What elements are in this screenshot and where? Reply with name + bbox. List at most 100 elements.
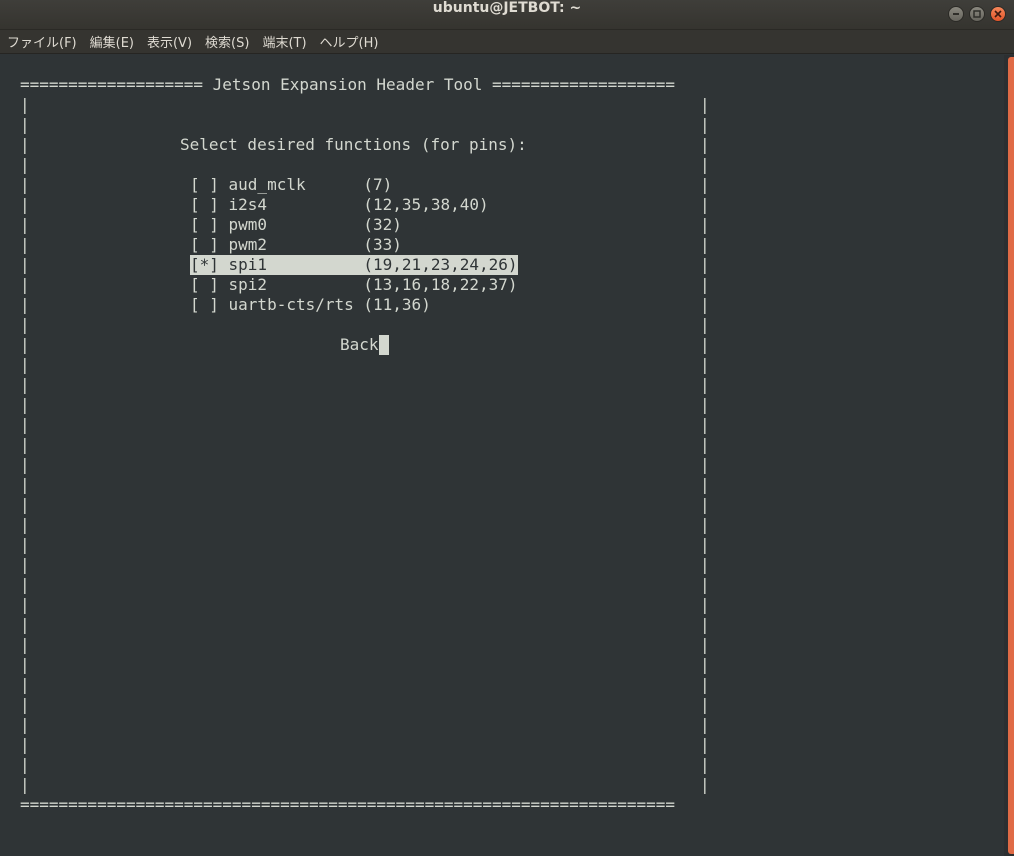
dialog-footer: ========================================… — [20, 795, 676, 814]
border-left: | — [20, 555, 30, 574]
border-left: | — [20, 675, 30, 694]
border-left: | — [20, 135, 30, 154]
back-button[interactable]: Back — [340, 335, 389, 355]
border-right: | — [700, 255, 710, 274]
border-right: | — [700, 575, 710, 594]
menu-search[interactable]: 検索(S) — [198, 32, 255, 51]
minimize-icon — [953, 13, 959, 15]
close-button[interactable] — [990, 6, 1006, 22]
border-left: | — [20, 355, 30, 374]
border-right: | — [700, 615, 710, 634]
prompt-text: Select desired functions (for pins): — [180, 135, 527, 154]
border-right: | — [700, 635, 710, 654]
border-left: | — [20, 515, 30, 534]
scrollbar[interactable] — [1004, 55, 1014, 856]
border-right: | — [700, 715, 710, 734]
border-left: | — [20, 595, 30, 614]
border-right: | — [700, 435, 710, 454]
maximize-icon — [973, 10, 981, 18]
border-left: | — [20, 495, 30, 514]
function-option-spi1[interactable]: [*] spi1 (19,21,23,24,26) — [190, 255, 518, 275]
border-left: | — [20, 115, 30, 134]
border-left: | — [20, 735, 30, 754]
border-left: | — [20, 415, 30, 434]
border-right: | — [700, 235, 710, 254]
border-right: | — [700, 195, 710, 214]
menu-bar: ファイル(F) 編集(E) 表示(V) 検索(S) 端末(T) ヘルプ(H) — [0, 30, 1014, 54]
border-left: | — [20, 755, 30, 774]
border-left: | — [20, 315, 30, 334]
border-left: | — [20, 455, 30, 474]
function-option-pwm2[interactable]: [ ] pwm2 (33) — [190, 235, 402, 255]
border-right: | — [700, 295, 710, 314]
border-right: | — [700, 155, 710, 174]
terminal-area[interactable]: =================== Jetson Expansion Hea… — [0, 55, 1004, 856]
border-left: | — [20, 475, 30, 494]
border-left: | — [20, 295, 30, 314]
menu-file[interactable]: ファイル(F) — [0, 32, 83, 51]
border-right: | — [700, 675, 710, 694]
border-left: | — [20, 775, 30, 794]
border-right: | — [700, 355, 710, 374]
border-left: | — [20, 375, 30, 394]
border-left: | — [20, 235, 30, 254]
border-left: | — [20, 615, 30, 634]
border-right: | — [700, 535, 710, 554]
border-left: | — [20, 575, 30, 594]
border-left: | — [20, 635, 30, 654]
border-left: | — [20, 275, 30, 294]
border-left: | — [20, 335, 30, 354]
window-title: ubuntu@JETBOT: ~ — [432, 0, 582, 16]
border-right: | — [700, 135, 710, 154]
border-left: | — [20, 655, 30, 674]
minimize-button[interactable] — [948, 6, 964, 22]
close-icon — [994, 10, 1002, 18]
border-left: | — [20, 175, 30, 194]
terminal-cursor — [378, 335, 389, 355]
title-bar: ubuntu@JETBOT: ~ — [0, 0, 1014, 30]
border-left: | — [20, 95, 30, 114]
border-left: | — [20, 215, 30, 234]
border-right: | — [700, 455, 710, 474]
border-right: | — [700, 335, 710, 354]
function-option-spi2[interactable]: [ ] spi2 (13,16,18,22,37) — [190, 275, 518, 295]
function-option-i2s4[interactable]: [ ] i2s4 (12,35,38,40) — [190, 195, 489, 215]
border-right: | — [700, 655, 710, 674]
function-option-aud_mclk[interactable]: [ ] aud_mclk (7) — [190, 175, 392, 195]
border-right: | — [700, 395, 710, 414]
function-option-pwm0[interactable]: [ ] pwm0 (32) — [190, 215, 402, 235]
border-right: | — [700, 755, 710, 774]
border-right: | — [700, 475, 710, 494]
border-right: | — [700, 515, 710, 534]
border-left: | — [20, 395, 30, 414]
border-right: | — [700, 495, 710, 514]
border-right: | — [700, 215, 710, 234]
maximize-button[interactable] — [969, 6, 985, 22]
border-right: | — [700, 175, 710, 194]
menu-edit[interactable]: 編集(E) — [83, 32, 140, 51]
border-left: | — [20, 255, 30, 274]
menu-terminal[interactable]: 端末(T) — [255, 32, 312, 51]
border-right: | — [700, 775, 710, 794]
border-right: | — [700, 275, 710, 294]
border-left: | — [20, 195, 30, 214]
window-controls — [948, 6, 1006, 22]
menu-view[interactable]: 表示(V) — [140, 32, 198, 51]
dialog-header: =================== Jetson Expansion Hea… — [20, 75, 676, 94]
border-left: | — [20, 535, 30, 554]
function-option-uartb-cts/rts[interactable]: [ ] uartb-cts/rts (11,36) — [190, 295, 431, 315]
menu-help[interactable]: ヘルプ(H) — [313, 32, 385, 51]
border-right: | — [700, 115, 710, 134]
border-right: | — [700, 735, 710, 754]
border-left: | — [20, 695, 30, 714]
border-left: | — [20, 155, 30, 174]
border-left: | — [20, 715, 30, 734]
border-right: | — [700, 555, 710, 574]
border-left: | — [20, 435, 30, 454]
scrollbar-thumb[interactable] — [1008, 57, 1014, 854]
border-right: | — [700, 695, 710, 714]
border-right: | — [700, 595, 710, 614]
border-right: | — [700, 375, 710, 394]
border-right: | — [700, 315, 710, 334]
border-right: | — [700, 415, 710, 434]
